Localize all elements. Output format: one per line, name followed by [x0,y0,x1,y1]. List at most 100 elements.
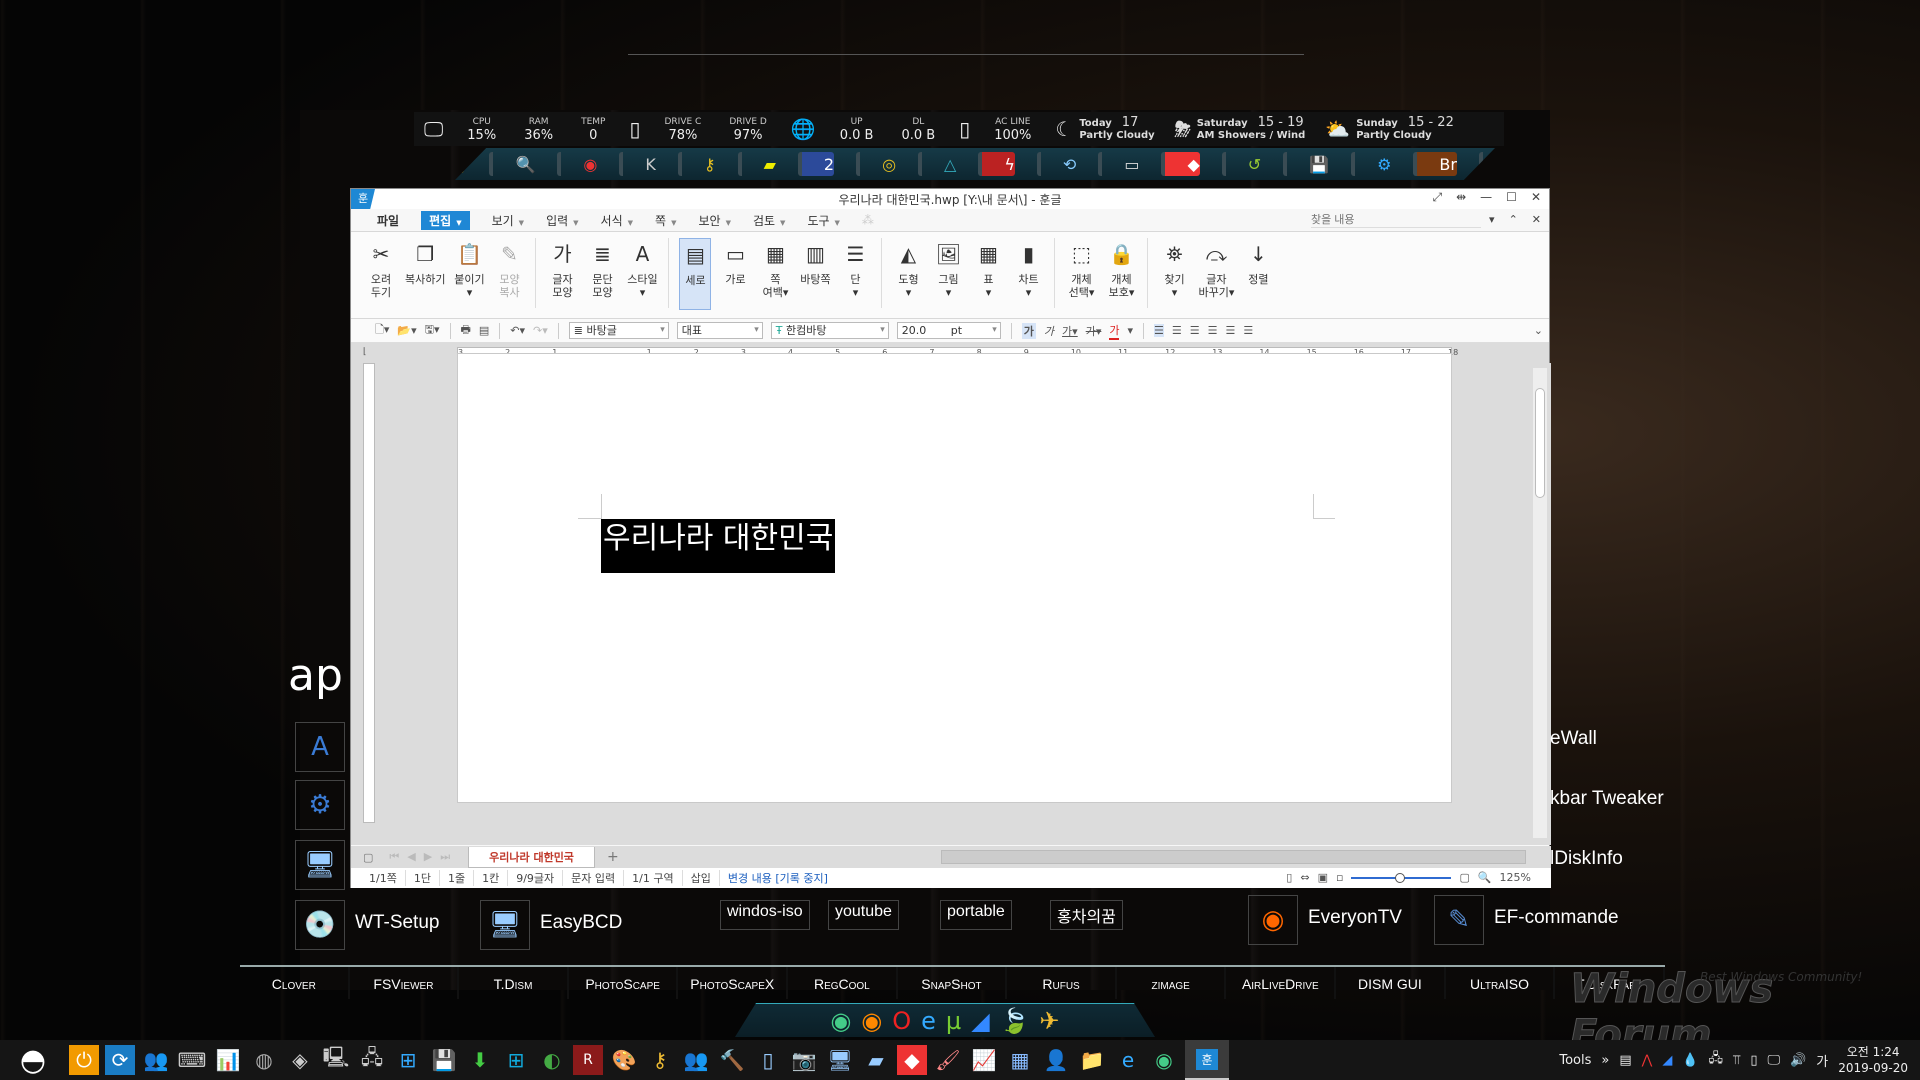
usb-icon[interactable]: ▯ [1750,1053,1757,1068]
quick-link[interactable]: PhotoScapeX [678,967,789,999]
page-icon[interactable]: ▢ [363,851,373,864]
monitor-chart-icon[interactable]: 📊 [213,1045,243,1075]
opera-icon[interactable]: O [892,1007,911,1035]
tile-portable[interactable]: portable [940,900,1012,930]
ribbon-button[interactable]: ≣ 문단 모양 [586,238,618,310]
close-document-icon[interactable]: ✕ [1532,213,1541,226]
split-view-icon[interactable]: ⇹ [1456,190,1466,205]
quick-link[interactable]: RegCool [788,967,898,999]
tile-hongcha[interactable]: 홍차의꿈 [1050,900,1123,930]
add-tab-button[interactable]: + [607,849,619,865]
network-user-icon[interactable]: 👤 [1041,1045,1071,1075]
backup-icon[interactable]: ⟲ [1036,152,1076,176]
quick-link[interactable]: SnapShot [898,967,1008,999]
magnifier-icon[interactable]: 🔍 [1478,871,1492,884]
everyontv-icon[interactable]: ◉ [1248,895,1298,945]
quick-link[interactable]: DISM GUI [1336,967,1446,999]
tools-toolbar[interactable]: Tools [1559,1053,1591,1068]
disc-icon[interactable]: ◎ [856,152,896,176]
search-dropdown-icon[interactable]: ▾ [1489,213,1495,226]
quick-link[interactable]: zimage [1117,967,1227,999]
ribbon-button[interactable]: ⬚ 개체 선택▾ [1065,238,1097,310]
r-app-icon[interactable]: R [573,1045,603,1075]
find-input[interactable] [1311,212,1481,228]
anydesk-icon[interactable]: ◆ [1161,152,1200,176]
maximize-button[interactable]: ☐ [1506,190,1517,205]
network-pc-icon[interactable]: 🖧 [357,1045,387,1075]
bridge-icon[interactable]: Br [1413,152,1457,176]
volume-icon[interactable]: 🔊 [1790,1053,1806,1068]
document-tab[interactable]: 우리나라 대한민국 [468,846,595,868]
desktop-label-ewall[interactable]: eWall [1550,728,1597,750]
chrome-icon[interactable]: ◉ [830,1007,851,1035]
paint-brush-icon[interactable]: 🖌 [933,1045,963,1075]
tool-icon[interactable]: ✈ [1040,1007,1060,1035]
status-mode[interactable]: 문자 입력 [563,870,625,886]
floppy-icon[interactable]: 💾 [1283,152,1329,176]
width-view-icon[interactable]: ⇔ [1300,871,1309,884]
wt-setup-label[interactable]: WT-Setup [355,912,439,934]
search-icon[interactable]: 🔍 [489,152,535,176]
download-icon[interactable]: ⬇ [465,1045,495,1075]
signal-tray-icon[interactable]: ◢ [1662,1053,1672,1068]
save-icon[interactable]: 🖫▾ [425,321,440,340]
print-icon[interactable]: 🖶 [461,321,471,340]
people-icon[interactable]: 👥 [141,1045,171,1075]
notepad-icon[interactable]: ▰ [861,1045,891,1075]
new-document-icon[interactable]: 🗋▾ [375,321,389,340]
menu-security[interactable]: 보안 ▼ [698,212,730,229]
underline-button[interactable]: 가▾ [1062,323,1078,339]
bold-button[interactable]: 가 [1021,322,1036,339]
ime-indicator[interactable]: 가 [1816,1051,1828,1070]
scrollbar-thumb[interactable] [1535,388,1545,498]
menu-page[interactable]: 쪽 ▼ [655,212,676,229]
zoom-in-icon[interactable]: ▢ [1459,871,1469,884]
undo-icon[interactable]: ↶▾ [510,324,525,337]
menu-view[interactable]: 보기 ▼ [492,212,524,229]
chrome-icon[interactable]: ◉ [1149,1045,1179,1075]
internet-explorer-icon[interactable]: e [1113,1045,1143,1075]
collapse-ribbon-icon[interactable]: ⌃ [1509,213,1518,226]
distribute-icon[interactable]: ☰ [1226,324,1236,337]
quick-link[interactable]: Clover [240,967,350,999]
ribbon-button[interactable]: 📋 붙이기 ▾ [453,238,485,310]
everyontv-label[interactable]: EveryonTV [1308,907,1402,929]
easybcd-label[interactable]: EasyBCD [540,912,622,934]
leaf-icon[interactable]: 🍃 [1000,1007,1030,1035]
ribbon-button[interactable]: ✂ 오려 두기 [365,238,397,310]
ribbon-button[interactable]: ↓ 정렬 [1242,238,1274,310]
fullscreen-icon[interactable]: ⤢ [1433,190,1443,205]
ribbon-button[interactable]: ▦ 표 ▾ [972,238,1004,310]
anydesk-icon[interactable]: ◆ [897,1045,927,1075]
quick-link[interactable]: UltraISO [1446,967,1556,999]
tab-stop-icon[interactable]: ⌊ [363,347,367,357]
tile-youtube[interactable]: youtube [828,900,899,930]
quick-link[interactable]: FSViewer [350,967,460,999]
number-2-icon[interactable]: 2 [797,152,835,176]
wt-setup-icon[interactable]: 💿 [295,900,345,950]
speaker-icon[interactable]: ◍ [249,1045,279,1075]
flash-icon[interactable]: ϟ [978,152,1015,176]
people-red-icon[interactable]: 👥 [681,1045,711,1075]
quick-link[interactable]: T.Dism [459,967,569,999]
folder-icon[interactable]: 📁 [1077,1045,1107,1075]
zoom-slider[interactable] [1351,872,1452,883]
language-select[interactable]: 대표 [676,322,763,339]
ribbon-button[interactable]: ☰ 단 ▾ [839,238,871,310]
key-icon[interactable]: ⚷ [645,1045,675,1075]
power-icon[interactable]: ⏻ [69,1045,99,1075]
internet-explorer-icon[interactable]: e [921,1007,936,1035]
vertical-scrollbar[interactable] [1533,368,1547,838]
ribbon-button[interactable]: ▤ 세로 [679,238,712,310]
ribbon-button[interactable]: ⛯ 찾기 ▾ [1158,238,1190,310]
italic-button[interactable]: 가 [1044,323,1054,339]
align-left-icon[interactable]: ☰ [1172,324,1182,337]
ribbon-button[interactable]: 가 글자 모양 [546,238,578,310]
terminal-icon[interactable]: ⌨ [177,1045,207,1075]
font-color-button[interactable]: 가 [1109,322,1120,340]
gears-icon[interactable]: ⚙ [1351,152,1391,176]
expand-toolbar-icon[interactable]: ⌄ [1534,324,1543,337]
full-view-icon[interactable]: ▣ [1318,871,1328,884]
align-justify-icon[interactable]: ☰ [1154,324,1164,337]
ribbon-button[interactable]: ▦ 쪽 여백▾ [759,238,791,310]
